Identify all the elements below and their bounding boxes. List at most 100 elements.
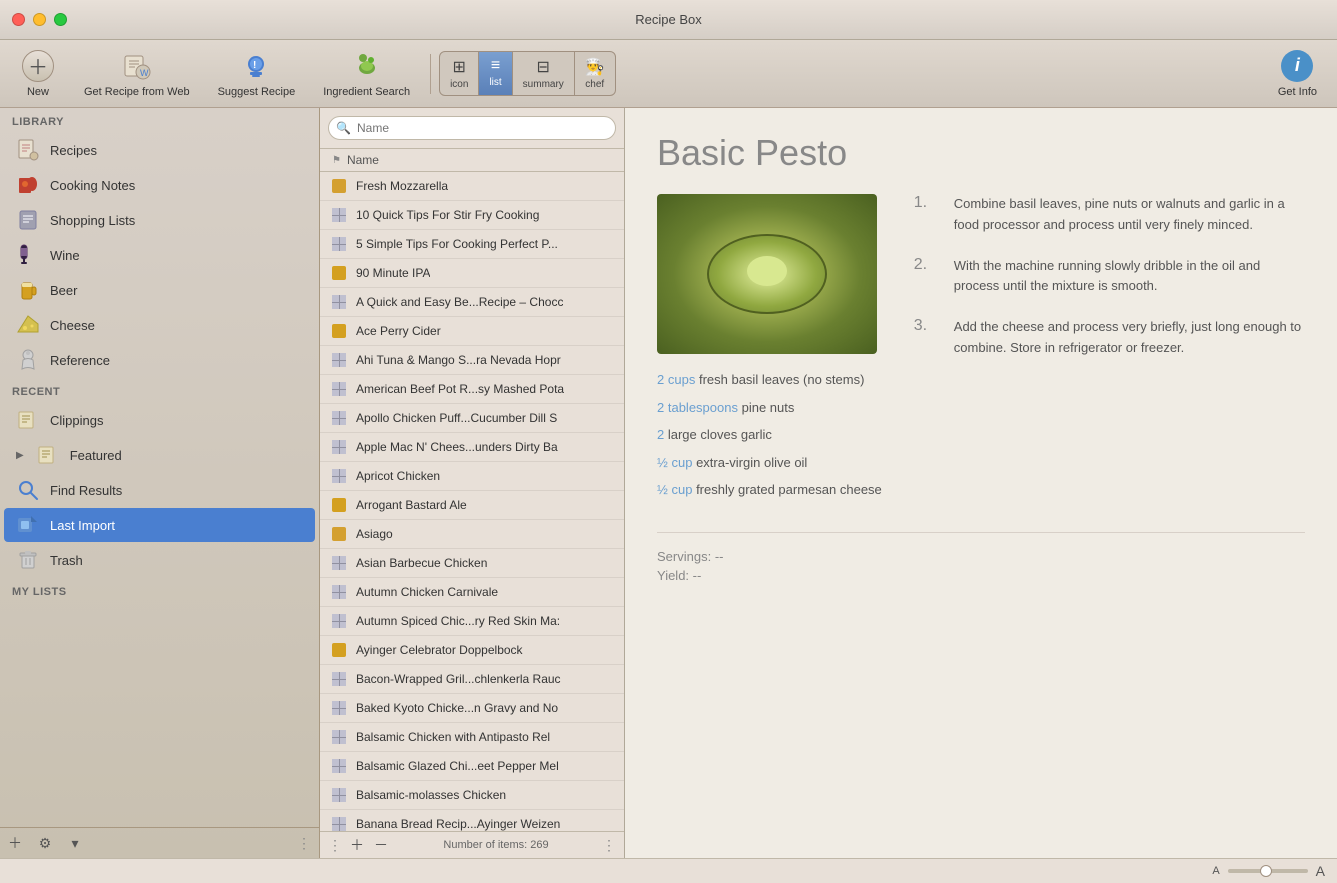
svg-text:!: ! [253,60,256,71]
recipe-title: Basic Pesto [657,132,1305,174]
get-info-button[interactable]: i Get Info [1266,44,1329,104]
recipe-list-item[interactable]: Ace Perry Cider [320,317,624,346]
recipe-list-item[interactable]: Banana Bread Recip...Ayinger Weizen [320,810,624,831]
recipe-item-name: Balsamic Glazed Chi...eet Pepper Mel [356,759,559,773]
ingredient-description: freshly grated parmesan cheese [696,482,882,497]
sidebar-item-reference[interactable]: Reference [4,343,315,377]
sidebar: LIBRARY Recipes [0,108,320,858]
list-resize-right[interactable]: ⋮ [602,837,616,854]
search-input[interactable] [328,116,616,140]
recipe-item-name: 90 Minute IPA [356,266,430,280]
sidebar-item-shopping-lists[interactable]: Shopping Lists [4,203,315,237]
recipe-item-name: 5 Simple Tips For Cooking Perfect P... [356,237,558,251]
recipe-list-item[interactable]: Fresh Mozzarella [320,172,624,201]
pesto-center [747,256,787,286]
recipe-list-item[interactable]: Autumn Chicken Carnivale [320,578,624,607]
view-mode-selector: ⊞ icon ≡ list ⊟ summary 👨‍🍳 chef [439,51,616,96]
featured-arrow: ▶ [16,450,24,461]
sidebar-item-trash[interactable]: Trash [4,543,315,577]
toolbar: ＋ New W Get Recipe from Web ! [0,40,1337,108]
ingredient-amount: 2 [657,372,664,387]
recipe-list-item[interactable]: American Beef Pot R...sy Mashed Pota [320,375,624,404]
sidebar-settings-chevron[interactable]: ▾ [64,832,86,854]
recipe-item-icon [330,322,348,340]
window-controls [12,13,67,26]
list-resize-left[interactable]: ⋮ [328,837,342,854]
recipe-item-name: A Quick and Easy Be...Recipe – Chocc [356,295,563,309]
sidebar-item-recipes[interactable]: Recipes [4,133,315,167]
get-recipe-button[interactable]: W Get Recipe from Web [72,44,202,104]
minimize-button[interactable] [33,13,46,26]
recipe-list-item[interactable]: Asian Barbecue Chicken [320,549,624,578]
recipe-step: 3.Add the cheese and process very briefl… [914,317,1305,359]
recipe-list-item[interactable]: Apple Mac N' Chees...unders Dirty Ba [320,433,624,462]
recipe-item-name: Ace Perry Cider [356,324,441,338]
ingredient-unit: cup [671,482,692,497]
recipe-list-item[interactable]: 10 Quick Tips For Stir Fry Cooking [320,201,624,230]
chef-view-button[interactable]: 👨‍🍳 chef [575,52,615,95]
ingredient-item: 2 tablespoons pine nuts [657,398,882,418]
settings-button[interactable]: ⚙ [34,832,56,854]
sidebar-item-cooking-notes[interactable]: Cooking Notes [4,168,315,202]
sidebar-item-beer[interactable]: Beer [4,273,315,307]
recipe-item-icon [330,612,348,630]
step-number: 1. [914,194,942,236]
recipe-list-item[interactable]: Asiago [320,520,624,549]
add-recipe-button[interactable]: ＋ [348,836,366,854]
recipe-list-item[interactable]: Ayinger Celebrator Doppelbock [320,636,624,665]
resize-handle-left[interactable]: ⋮ [293,832,315,854]
summary-view-button[interactable]: ⊟ summary [513,52,575,95]
recipe-list-item[interactable]: Apollo Chicken Puff...Cucumber Dill S [320,404,624,433]
sidebar-item-last-import[interactable]: Last Import [4,508,315,542]
pesto-visual [657,194,877,354]
recipe-list-item[interactable]: 5 Simple Tips For Cooking Perfect P... [320,230,624,259]
recipe-list-item[interactable]: Ahi Tuna & Mango S...ra Nevada Hopr [320,346,624,375]
recipe-list-item[interactable]: Apricot Chicken [320,462,624,491]
cheese-icon [16,313,40,337]
window-title: Recipe Box [635,12,701,27]
recipe-list-item[interactable]: 90 Minute IPA [320,259,624,288]
maximize-button[interactable] [54,13,67,26]
library-header: LIBRARY [0,108,319,132]
recipe-list-item[interactable]: Balsamic-molasses Chicken [320,781,624,810]
ingredient-search-button[interactable]: Ingredient Search [311,44,422,104]
ingredient-description: large cloves garlic [668,427,772,442]
recipe-list-item[interactable]: Arrogant Bastard Ale [320,491,624,520]
servings-label: Servings: [657,549,711,564]
sidebar-item-find-results[interactable]: Find Results [4,473,315,507]
sidebar-item-clippings[interactable]: Clippings [4,403,315,437]
recipe-step: 2.With the machine running slowly dribbl… [914,256,1305,298]
recipe-list-item[interactable]: Balsamic Chicken with Antipasto Rel [320,723,624,752]
recipe-item-icon [330,235,348,253]
recipe-list-item[interactable]: Bacon-Wrapped Gril...chlenkerla Rauc [320,665,624,694]
recipe-item-name: Asiago [356,527,393,541]
sidebar-item-cheese[interactable]: Cheese [4,308,315,342]
ingredient-amount: ½ [657,455,668,470]
recipe-item-icon [330,815,348,831]
recipe-list-item[interactable]: Autumn Spiced Chic...ry Red Skin Ma: [320,607,624,636]
recipe-item-icon [330,583,348,601]
toolbar-separator-1 [430,54,431,94]
sidebar-item-featured[interactable]: ▶ Featured [4,438,315,472]
sidebar-item-wine[interactable]: Wine [4,238,315,272]
search-wrapper: 🔍 [328,116,616,140]
ingredient-amount: 2 [657,427,664,442]
close-button[interactable] [12,13,25,26]
ingredient-item: ½ cup freshly grated parmesan cheese [657,480,882,500]
recipe-item-icon [330,670,348,688]
font-size-slider[interactable] [1228,869,1308,873]
recipe-step: 1.Combine basil leaves, pine nuts or wal… [914,194,1305,236]
add-list-button[interactable]: ＋ [4,832,26,854]
remove-recipe-button[interactable]: － [372,836,390,854]
recipe-body: 2 cups fresh basil leaves (no stems)2 ta… [657,194,1305,508]
new-button[interactable]: ＋ New [8,44,68,104]
list-view-button[interactable]: ≡ list [479,52,512,95]
find-results-icon [16,478,40,502]
recipe-list: Fresh Mozzarella10 Quick Tips For Stir F… [320,172,624,831]
icon-view-button[interactable]: ⊞ icon [440,52,479,95]
recipe-list-item[interactable]: Balsamic Glazed Chi...eet Pepper Mel [320,752,624,781]
recipe-list-item[interactable]: A Quick and Easy Be...Recipe – Chocc [320,288,624,317]
suggest-recipe-button[interactable]: ! Suggest Recipe [206,44,308,104]
recipe-steps: 1.Combine basil leaves, pine nuts or wal… [914,194,1305,508]
recipe-list-item[interactable]: Baked Kyoto Chicke...n Gravy and No [320,694,624,723]
